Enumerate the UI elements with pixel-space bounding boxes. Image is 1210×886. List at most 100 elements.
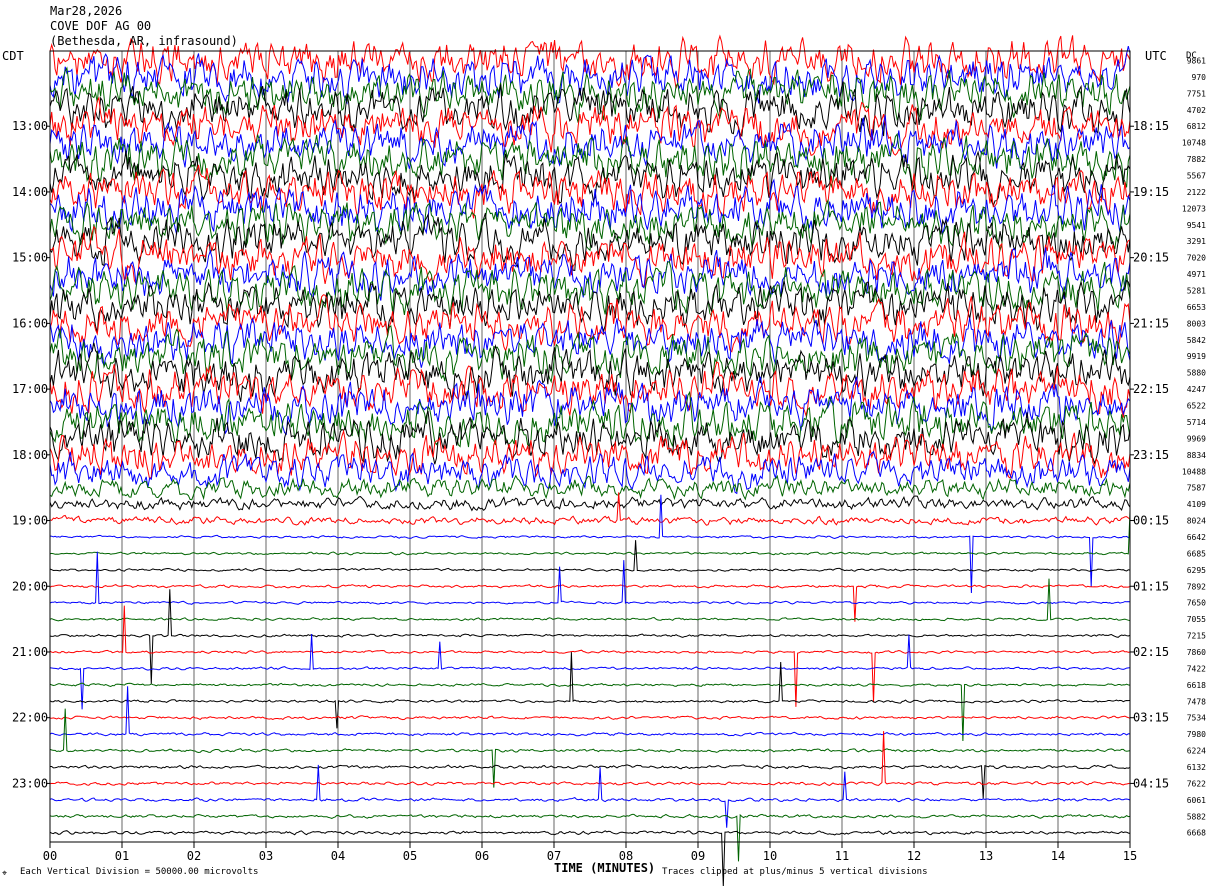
trace-line xyxy=(49,540,1131,572)
dc-offset-value: 6642 xyxy=(1187,533,1206,542)
utc-hour-label: 00:15 xyxy=(1133,514,1169,528)
record-date: Mar28,2026 xyxy=(50,4,123,18)
x-tick-label: 11 xyxy=(835,849,849,863)
x-tick-label: 14 xyxy=(1051,849,1065,863)
dc-offset-value: 7534 xyxy=(1187,714,1206,723)
x-tick-label: 10 xyxy=(763,849,777,863)
x-tick-label: 02 xyxy=(187,849,201,863)
dc-offset-value: 6812 xyxy=(1187,122,1206,131)
utc-hour-label: 19:15 xyxy=(1133,185,1169,199)
trace-line xyxy=(49,474,1131,501)
local-hour-label: 22:00 xyxy=(12,711,48,725)
dc-offset-value: 3291 xyxy=(1187,237,1206,246)
dc-offset-value: 5567 xyxy=(1187,172,1206,181)
local-hour-label: 13:00 xyxy=(12,119,48,133)
local-hour-label: 14:00 xyxy=(12,185,48,199)
dc-offset-value: 7650 xyxy=(1187,599,1206,608)
dc-offset-value: 6653 xyxy=(1187,303,1206,312)
dc-offset-value: 6224 xyxy=(1187,747,1206,756)
dc-offset-value: 5714 xyxy=(1187,418,1206,427)
trace-line xyxy=(49,492,1131,526)
dc-offset-value: 7860 xyxy=(1187,648,1206,657)
dc-offset-value: 5880 xyxy=(1187,369,1206,378)
x-tick-label: 13 xyxy=(979,849,993,863)
dc-offset-value: 6668 xyxy=(1187,829,1206,838)
clip-note: Traces clipped at plus/minus 5 vertical … xyxy=(662,867,928,877)
utc-hour-label: 18:15 xyxy=(1133,119,1169,133)
dc-offset-value: 5882 xyxy=(1187,812,1206,821)
dc-offset-value: 8024 xyxy=(1187,517,1206,526)
trace-line xyxy=(49,633,1131,710)
utc-hour-label: 02:15 xyxy=(1133,645,1169,659)
dc-offset-value: 7020 xyxy=(1187,254,1206,263)
trace-line xyxy=(49,682,1131,742)
x-tick-label: 01 xyxy=(115,849,129,863)
utc-hour-label: 23:15 xyxy=(1133,448,1169,462)
dc-offset-value: 6618 xyxy=(1187,681,1206,690)
utc-hour-label: 22:15 xyxy=(1133,382,1169,396)
trace-line xyxy=(49,260,1131,317)
x-tick-label: 09 xyxy=(691,849,705,863)
trace-line xyxy=(49,578,1131,622)
local-hour-label: 17:00 xyxy=(12,382,48,396)
scale-note: Each Vertical Division = 50000.00 microv… xyxy=(20,867,259,877)
station-code: COVE DOF AG 00 xyxy=(50,19,152,33)
dc-offset-value: 5842 xyxy=(1187,336,1206,345)
local-hour-label: 18:00 xyxy=(12,448,48,462)
trace-line xyxy=(49,764,1131,828)
dc-offset-value: 7587 xyxy=(1187,484,1206,493)
trace-line xyxy=(49,495,1131,512)
dc-offset-value: 7882 xyxy=(1187,155,1206,164)
local-hour-label: 19:00 xyxy=(12,514,48,528)
x-tick-label: 15 xyxy=(1123,849,1137,863)
dc-offset-value: 10488 xyxy=(1182,467,1206,476)
trace-line xyxy=(49,551,1131,605)
dc-offset-value: 9969 xyxy=(1187,434,1206,443)
trace-line xyxy=(49,605,1131,707)
x-tick-label: 05 xyxy=(403,849,417,863)
trace-line xyxy=(49,429,1131,480)
trace-line xyxy=(49,708,1131,788)
trace-line xyxy=(49,450,1131,495)
helicorder-plot: 00 01 02 03 04 05 06 07 08 09 10 11 12 13 14 1598619707… xyxy=(12,34,1206,886)
dc-offset-value: 7892 xyxy=(1187,582,1206,591)
trace-line xyxy=(49,731,1131,786)
local-hour-label: 16:00 xyxy=(12,316,48,330)
dc-offset-value: 4971 xyxy=(1187,270,1206,279)
dc-offset-value: 7478 xyxy=(1187,697,1206,706)
seismic-traces xyxy=(49,34,1131,886)
dc-offset-value: 7980 xyxy=(1187,730,1206,739)
local-hour-label: 15:00 xyxy=(12,251,48,265)
x-tick-label: 00 xyxy=(43,849,57,863)
trace-line xyxy=(49,494,1131,594)
dc-offset-value: 6685 xyxy=(1187,549,1206,558)
dc-offset-value: 4109 xyxy=(1187,500,1206,509)
station-location: (Bethesda, AR, infrasound) xyxy=(50,34,238,48)
dc-offset-value: 12073 xyxy=(1182,204,1206,213)
dc-offset-value: 4702 xyxy=(1187,106,1206,115)
trace-line xyxy=(49,686,1131,737)
dc-offset-value: 7422 xyxy=(1187,664,1206,673)
dc-offset-value: 7622 xyxy=(1187,779,1206,788)
utc-hour-label: 21:15 xyxy=(1133,316,1169,330)
dc-offset-value: 7751 xyxy=(1187,89,1206,98)
corner-mark-icon: ⌖ xyxy=(2,869,8,879)
dc-offset-value: 2122 xyxy=(1187,188,1206,197)
utc-hour-label: 01:15 xyxy=(1133,579,1169,593)
trace-line xyxy=(49,830,1131,886)
dc-offset-header: DC xyxy=(1186,51,1197,61)
local-hour-label: 21:00 xyxy=(12,645,48,659)
utc-hour-label: 03:15 xyxy=(1133,711,1169,725)
dc-offset-value: 8003 xyxy=(1187,319,1206,328)
dc-offset-value: 7215 xyxy=(1187,632,1206,641)
trace-line xyxy=(49,279,1131,334)
dc-offset-value: 10748 xyxy=(1182,139,1206,148)
utc-timezone-label: UTC xyxy=(1145,49,1167,63)
x-tick-label: 04 xyxy=(331,849,345,863)
dc-offset-value: 9541 xyxy=(1187,221,1206,230)
utc-hour-label: 20:15 xyxy=(1133,251,1169,265)
x-tick-label: 06 xyxy=(475,849,489,863)
local-hour-label: 20:00 xyxy=(12,579,48,593)
local-hour-label: 23:00 xyxy=(12,776,48,790)
dc-offset-value: 6295 xyxy=(1187,566,1206,575)
